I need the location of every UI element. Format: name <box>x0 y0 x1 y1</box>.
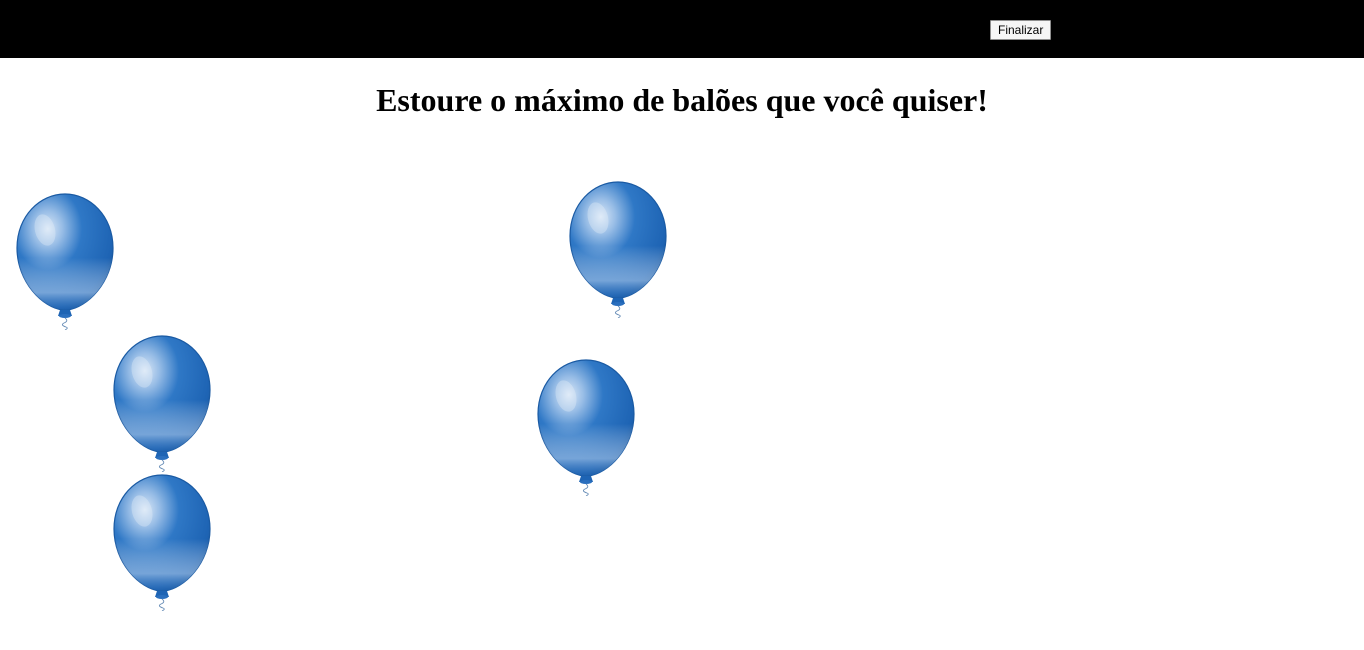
page-title: Estoure o máximo de balões que você quis… <box>376 82 988 118</box>
balloon-icon[interactable] <box>568 178 668 318</box>
finish-button[interactable]: Finalizar <box>990 20 1052 40</box>
balloon-icon[interactable] <box>112 332 212 472</box>
top-toolbar: Finalizar <box>0 0 1364 58</box>
balloon-icon[interactable] <box>15 190 115 330</box>
balloon-icon[interactable] <box>112 471 212 611</box>
balloon-icon[interactable] <box>536 356 636 496</box>
